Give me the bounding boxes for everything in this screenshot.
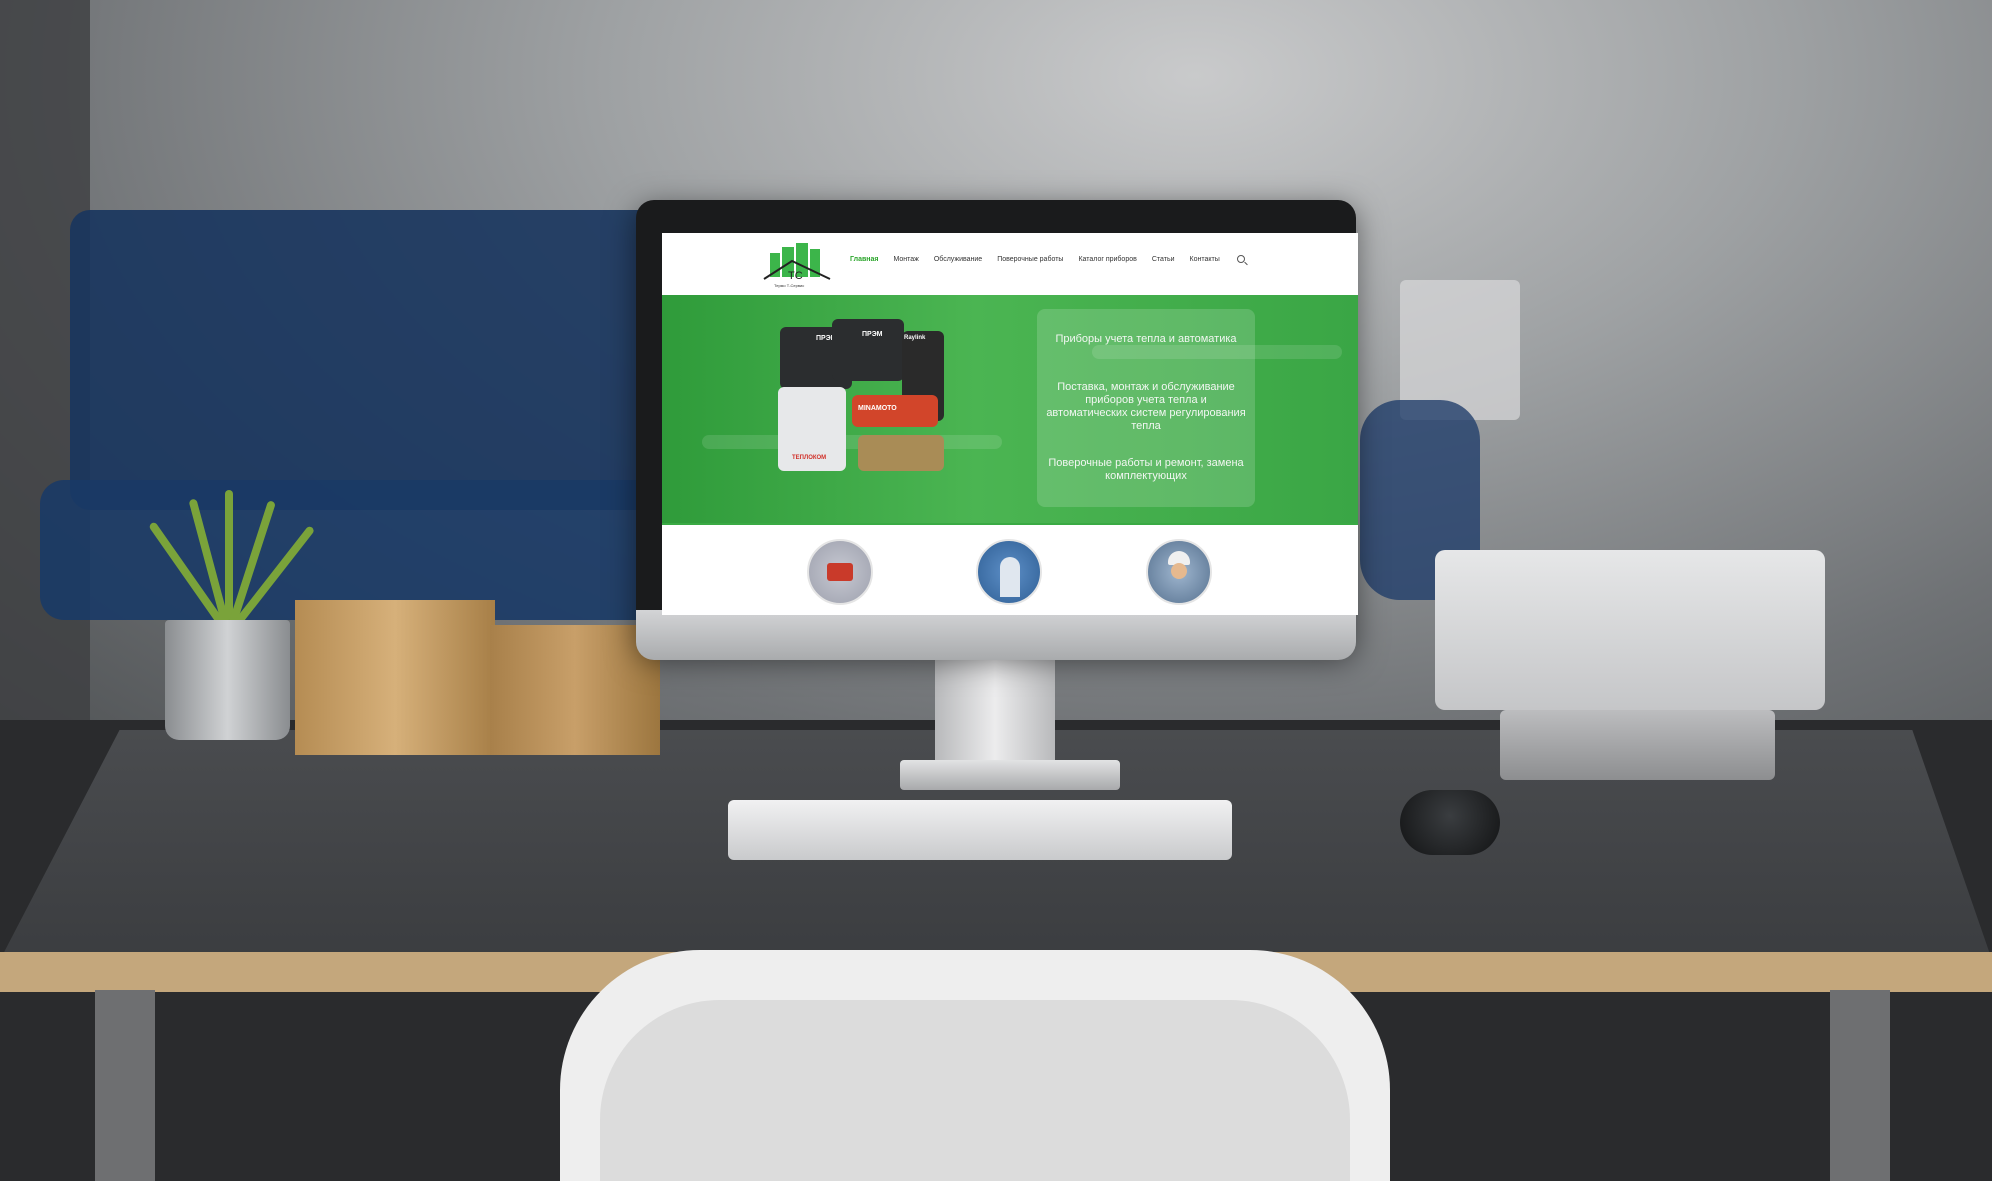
imac-stand xyxy=(935,660,1055,770)
nav-item-articles[interactable]: Статьи xyxy=(1152,256,1175,263)
hero-description: Поставка, монтаж и обслуживание приборов… xyxy=(1046,381,1246,432)
device-meter: ПРЭМ xyxy=(832,319,904,381)
hero-banner: ПРЭМ ПРЭМ Raylink ТЕПЛОКОМ MINAMOTO Приб… xyxy=(662,295,1358,523)
nav-item-installation[interactable]: Монтаж xyxy=(893,256,918,263)
mouse xyxy=(1400,790,1500,855)
service-installation-image[interactable] xyxy=(807,539,873,605)
nav-item-verification[interactable]: Поверочные работы xyxy=(997,256,1063,263)
laptop xyxy=(1435,550,1825,710)
hero-text-card: Приборы учета тепла и автоматика Поставк… xyxy=(1037,309,1255,507)
logo-icon[interactable]: ТС xyxy=(762,239,832,289)
service-maintenance-image[interactable] xyxy=(976,539,1042,605)
wooden-box xyxy=(490,625,660,755)
nav-item-catalog[interactable]: Каталог приборов xyxy=(1078,256,1136,263)
logo-caption: Термо Т-Сервис xyxy=(774,283,805,288)
search-icon[interactable] xyxy=(1236,255,1245,263)
device-flowmeter xyxy=(858,435,944,471)
laptop-stand xyxy=(1500,710,1775,780)
device-battery: MINAMOTO xyxy=(852,395,938,427)
radiator xyxy=(1400,280,1520,420)
plant-leaf xyxy=(225,490,233,620)
desk-leg-right xyxy=(1830,990,1890,1181)
apple-logo-icon xyxy=(994,618,1012,640)
background-pipe xyxy=(702,435,1002,449)
monitor-screen: ТС Термо Т-Сервис Главная Монтаж Обслужи… xyxy=(662,233,1358,615)
plant-pot xyxy=(165,620,290,740)
nav-item-contacts[interactable]: Контакты xyxy=(1190,256,1220,263)
service-verification-image[interactable] xyxy=(1146,539,1212,605)
svg-text:ТС: ТС xyxy=(788,270,803,282)
imac-foot xyxy=(900,760,1120,790)
hero-subtitle: Поверочные работы и ремонт, замена компл… xyxy=(1048,457,1244,482)
chair-back xyxy=(600,1000,1350,1181)
photo-scene: ТС Термо Т-Сервис Главная Монтаж Обслужи… xyxy=(0,0,1992,1181)
wooden-box xyxy=(295,600,495,755)
services-row xyxy=(662,523,1358,615)
sofa-back xyxy=(70,210,670,510)
keyboard xyxy=(728,800,1232,860)
nav-item-home[interactable]: Главная xyxy=(850,256,878,263)
main-nav: Главная Монтаж Обслуживание Поверочные р… xyxy=(850,255,1245,263)
device-controller: ТЕПЛОКОМ xyxy=(778,387,846,471)
hero-title: Приборы учета тепла и автоматика xyxy=(1055,333,1237,345)
nav-item-service[interactable]: Обслуживание xyxy=(934,256,982,263)
desk-leg-left xyxy=(95,990,155,1181)
site-header: ТС Термо Т-Сервис Главная Монтаж Обслужи… xyxy=(662,233,1358,295)
